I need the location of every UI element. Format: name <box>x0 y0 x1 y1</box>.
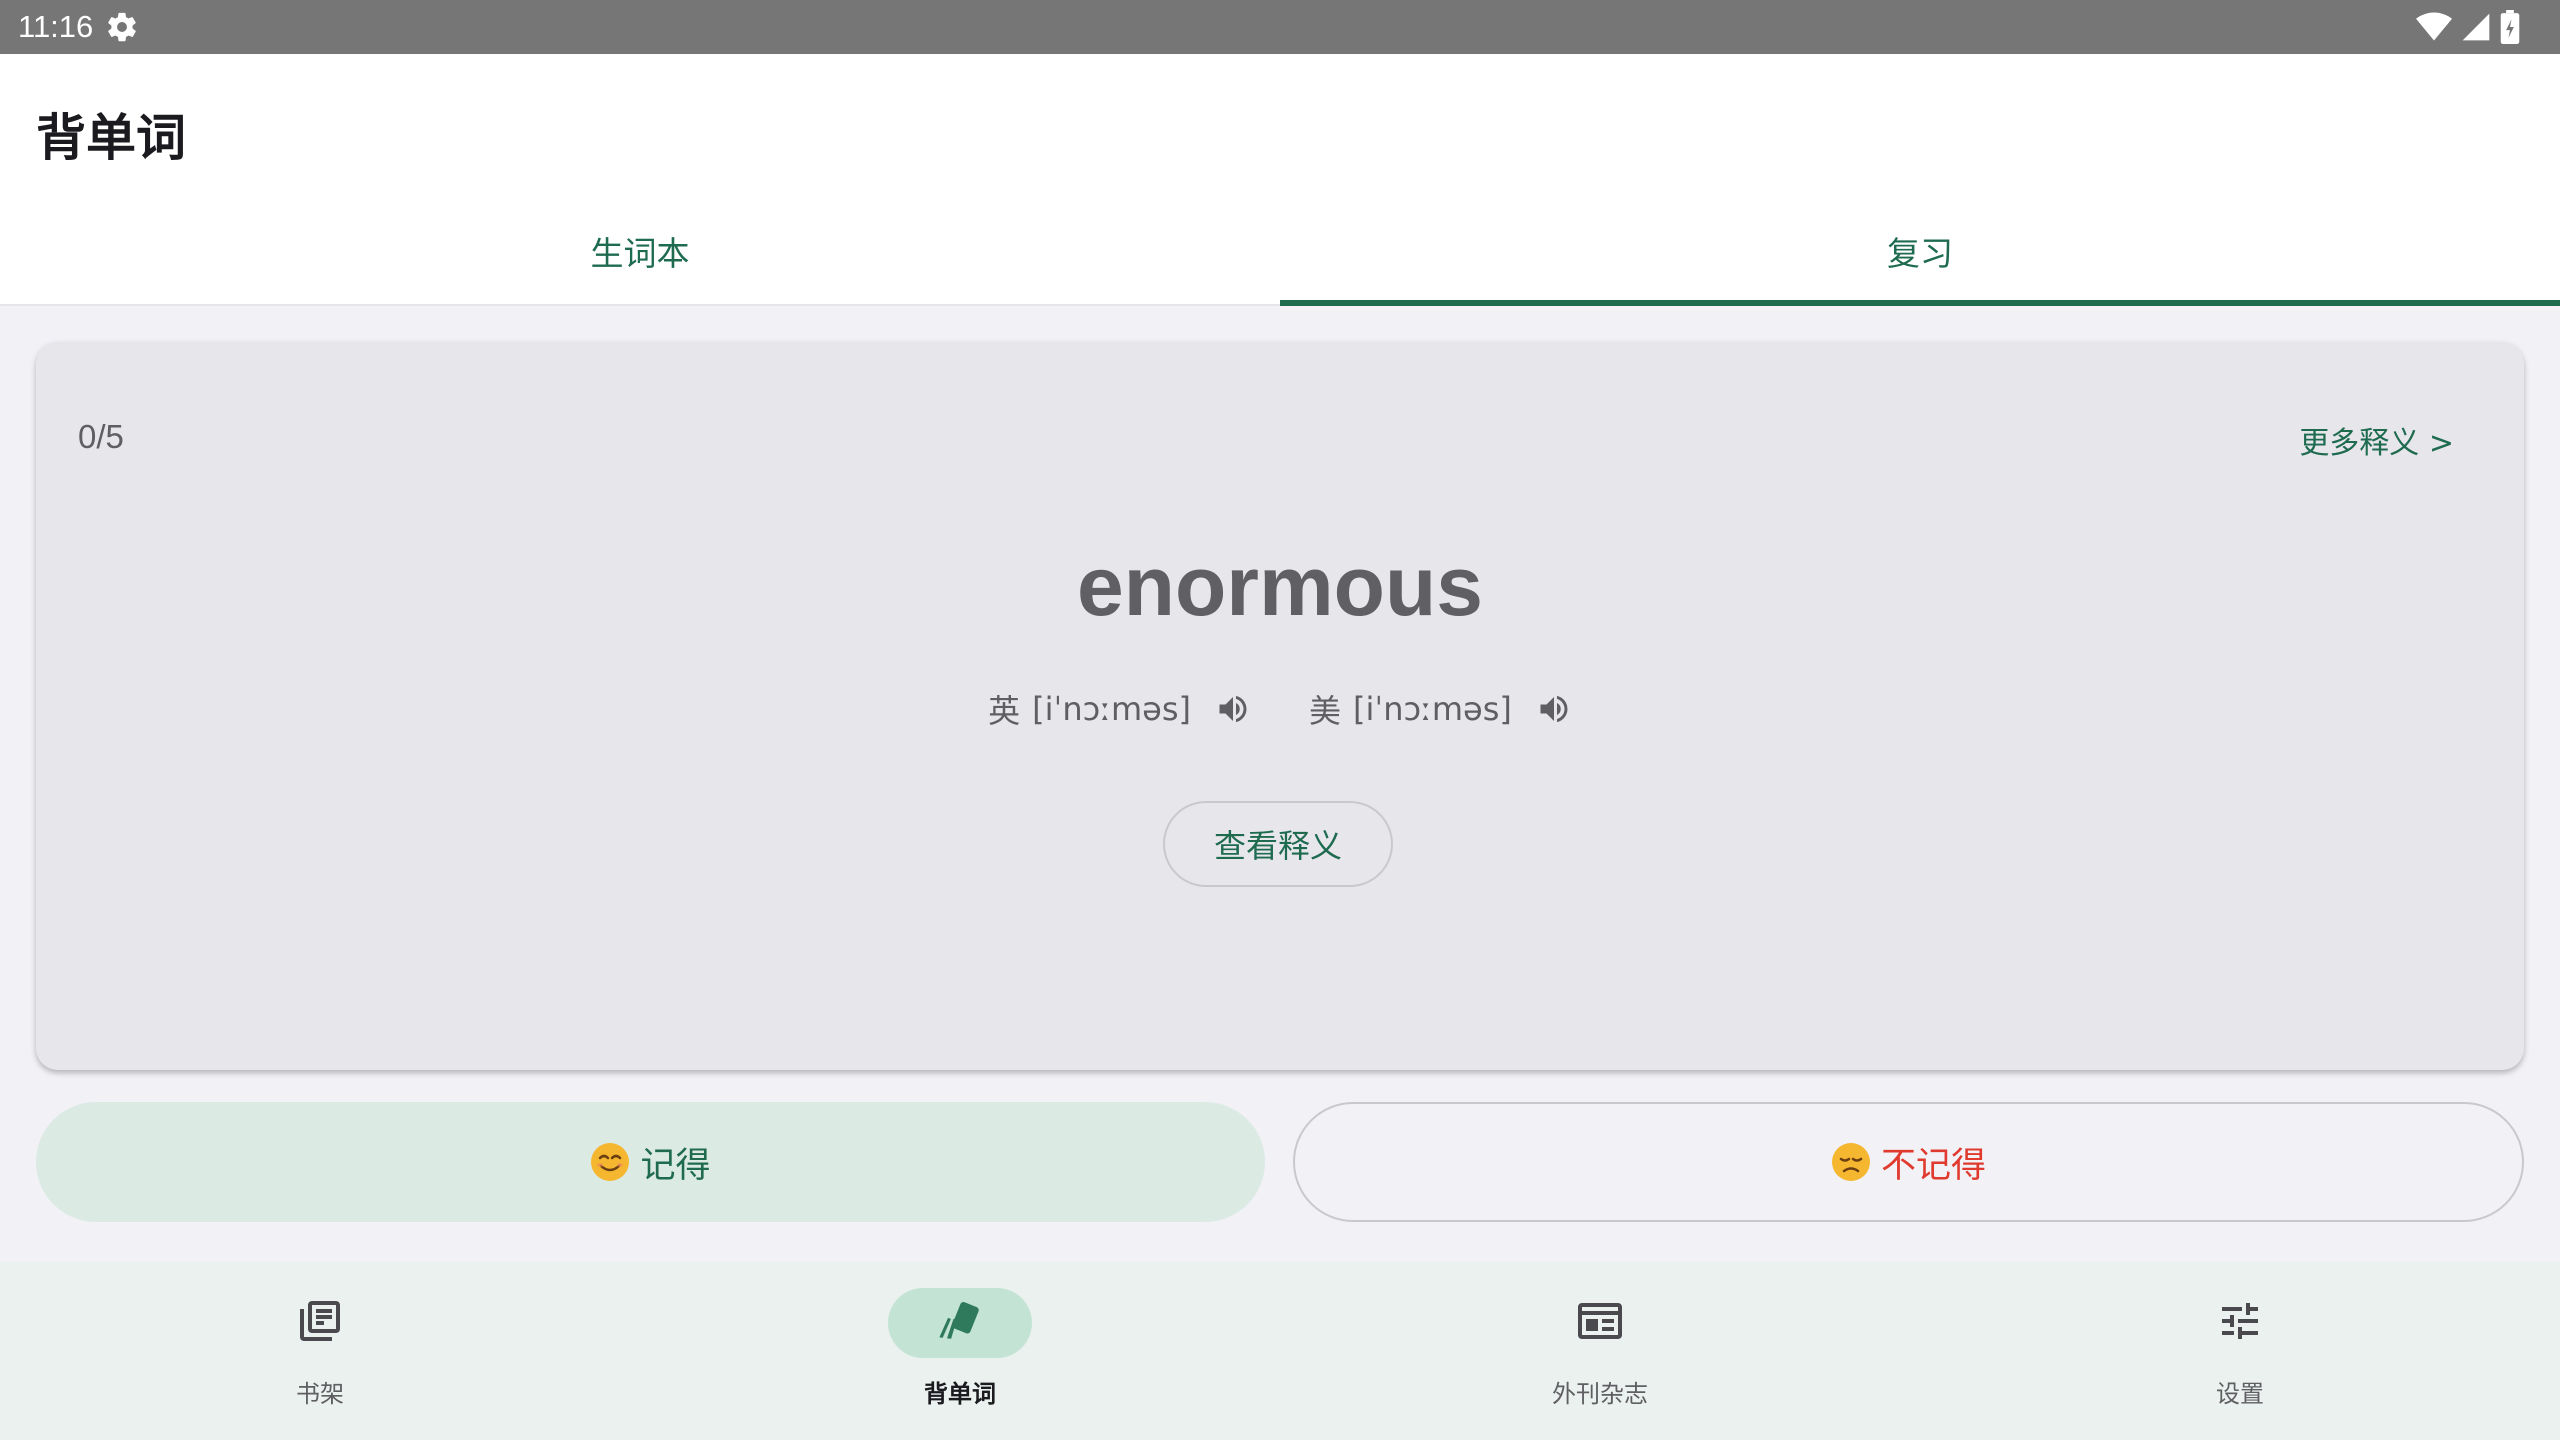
uk-label: 英 <box>988 692 1021 730</box>
nav-icon-container <box>888 1288 1032 1358</box>
nav-icon-container <box>248 1288 392 1358</box>
progress-counter: 0/5 <box>78 418 124 455</box>
phonetics-row: 英 [iˈnɔːməs] 美 [iˈnɔːməs] <box>36 686 2524 732</box>
uk-speaker-icon[interactable] <box>1215 691 1251 727</box>
uk-phonetic: 英 [iˈnɔːməs] <box>988 686 1251 732</box>
tab-vocabulary-book[interactable]: 生词本 <box>0 198 1280 304</box>
status-bar: 11:16 <box>0 0 2560 54</box>
word-card: 0/5 更多释义 > enormous 英 [iˈnɔːməs] 美 [iˈnɔ… <box>36 342 2524 1070</box>
tune-icon <box>2216 1297 2264 1349</box>
smiling-face-icon <box>590 1142 630 1182</box>
us-phonetic: 美 [iˈnɔːməs] <box>1309 686 1572 732</box>
disappointed-face-icon <box>1831 1142 1871 1182</box>
battery-icon <box>2500 10 2520 44</box>
us-speaker-icon[interactable] <box>1536 691 1572 727</box>
nav-item-settings[interactable]: 设置 <box>1920 1262 2560 1440</box>
forget-button[interactable]: 不记得 <box>1293 1102 2524 1222</box>
flashcards-icon <box>934 1295 986 1351</box>
word-text: enormous <box>1076 539 1484 633</box>
nav-label-foreign-magazines: 外刊杂志 <box>1552 1380 1648 1408</box>
tab-review[interactable]: 复习 <box>1280 198 2560 306</box>
signal-icon <box>2460 11 2492 43</box>
uk-ipa: [iˈnɔːməs] <box>1032 690 1191 728</box>
nav-icon-container <box>2168 1288 2312 1358</box>
nav-label-bookshelf: 书架 <box>296 1380 344 1408</box>
tab-bar: 生词本 复习 <box>0 198 2560 306</box>
page-title: 背单词 <box>36 109 186 167</box>
us-label: 美 <box>1309 692 1342 730</box>
nav-label-memorize-words: 背单词 <box>924 1380 996 1408</box>
remember-label: 记得 <box>640 1145 711 1186</box>
us-ipa: [iˈnɔːməs] <box>1353 690 1512 728</box>
nav-icon-container <box>1528 1288 1672 1358</box>
newspaper-icon <box>1576 1297 1624 1349</box>
forget-label: 不记得 <box>1880 1145 1986 1186</box>
wifi-icon <box>2416 11 2452 43</box>
more-definitions-link[interactable]: 更多释义 > <box>2299 418 2454 462</box>
app-bar: 背单词 <box>0 54 2560 198</box>
answer-buttons: 记得 不记得 <box>36 1102 2524 1222</box>
nav-label-settings: 设置 <box>2216 1380 2264 1408</box>
nav-item-bookshelf[interactable]: 书架 <box>0 1262 640 1440</box>
nav-item-foreign-magazines[interactable]: 外刊杂志 <box>1280 1262 1920 1440</box>
gear-icon <box>105 10 139 44</box>
bottom-navigation: 书架 背单词 外刊杂志 设置 <box>0 1262 2560 1440</box>
status-time: 11:16 <box>18 9 94 44</box>
remember-button[interactable]: 记得 <box>36 1102 1265 1222</box>
view-definition-button[interactable]: 查看释义 <box>1163 801 1393 887</box>
nav-item-memorize-words[interactable]: 背单词 <box>640 1262 1280 1440</box>
library-books-icon <box>296 1297 344 1349</box>
